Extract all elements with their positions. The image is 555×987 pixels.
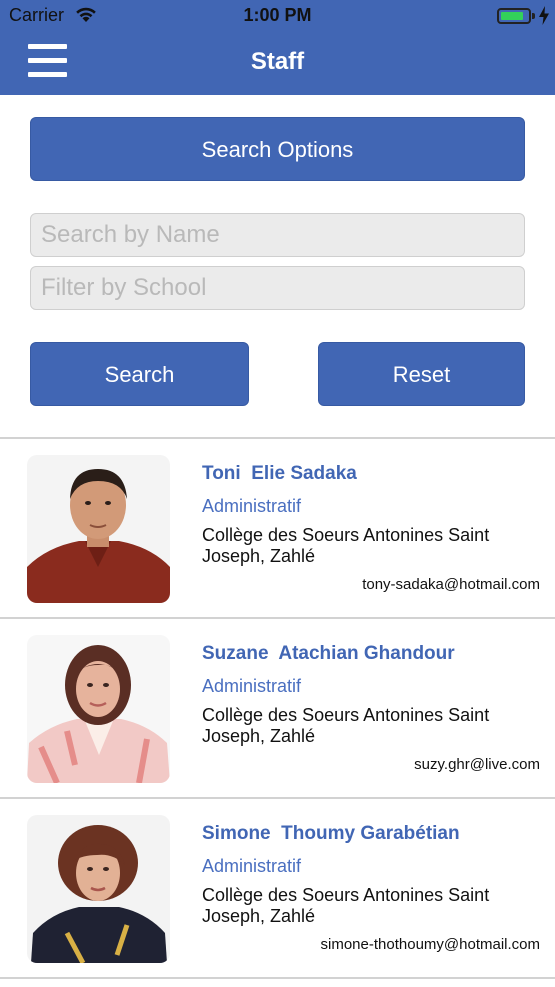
staff-email: simone-thothoumy@hotmail.com [320, 936, 540, 953]
staff-photo [27, 455, 170, 603]
staff-name: Suzane Atachian Ghandour [202, 643, 455, 664]
battery-icon [497, 8, 531, 24]
staff-email: tony-sadaka@hotmail.com [362, 576, 540, 593]
staff-school: Collège des Soeurs Antonines Saint Josep… [202, 525, 490, 566]
staff-photo [27, 635, 170, 783]
charging-bolt-icon [539, 6, 549, 25]
battery-level [501, 12, 523, 20]
filter-by-school-input[interactable] [30, 266, 525, 310]
list-divider [0, 977, 555, 979]
staff-role: Administratif [202, 856, 302, 876]
staff-name: Simone Thoumy Garabétian [202, 823, 460, 844]
search-by-name-input[interactable] [30, 213, 525, 257]
staff-photo [27, 815, 170, 963]
staff-school: Collège des Soeurs Antonines Saint Josep… [202, 705, 490, 746]
search-button[interactable]: Search [30, 342, 249, 406]
staff-list-item[interactable]: Toni Elie Sadaka Administratif Collège d… [0, 439, 555, 617]
search-options-button[interactable]: Search Options [30, 117, 525, 181]
staff-list-item[interactable]: Suzane Atachian Ghandour Administratif C… [0, 619, 555, 797]
battery-cap [532, 13, 535, 19]
page-title: Staff [250, 48, 305, 75]
staff-school: Collège des Soeurs Antonines Saint Josep… [202, 885, 490, 926]
staff-name: Toni Elie Sadaka [202, 463, 357, 484]
staff-role: Administratif [202, 676, 302, 696]
reset-button[interactable]: Reset [318, 342, 525, 406]
staff-role: Administratif [202, 496, 302, 516]
status-bar: Carrier 1:00 PM [0, 0, 555, 30]
staff-list-item[interactable]: Simone Thoumy Garabétian Administratif C… [0, 799, 555, 977]
clock: 1:00 PM [243, 5, 312, 25]
app-header: Carrier 1:00 PM Staff [0, 0, 555, 95]
staff-email: suzy.ghr@live.com [414, 756, 540, 773]
